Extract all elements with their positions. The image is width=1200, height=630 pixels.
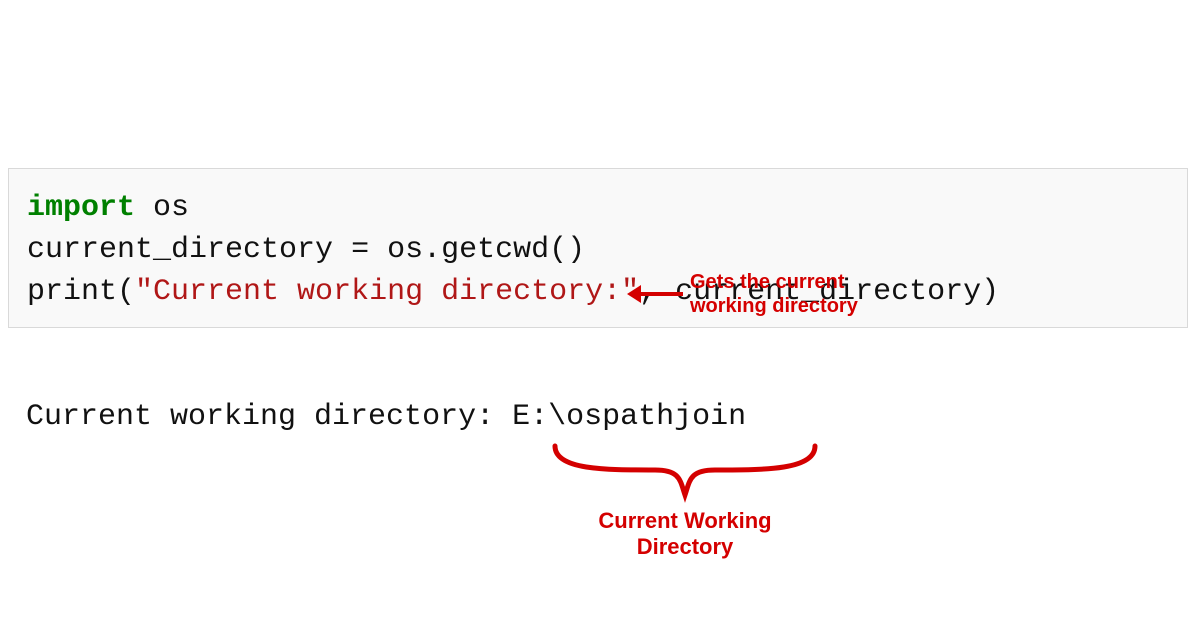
code-text: os	[135, 191, 189, 225]
code-line-3: current_directory = os.getcwd()	[27, 229, 1169, 271]
arrow-line	[635, 292, 683, 296]
output-path: E:\ospathjoin	[512, 400, 746, 434]
code-func-print: print	[27, 275, 117, 309]
arrow-head-icon	[627, 285, 641, 303]
code-keyword-import: import	[27, 191, 135, 225]
curly-brace-icon	[545, 440, 825, 510]
code-line-1: import os	[27, 187, 1169, 229]
code-block: import os current_directory = os.getcwd(…	[8, 168, 1188, 328]
annotation-getcwd: Gets the current working directory	[625, 280, 945, 340]
annotation-getcwd-label: Gets the current working directory	[690, 270, 858, 318]
code-text: (	[117, 275, 135, 309]
code-text: =	[351, 233, 369, 267]
code-string: "Current working directory:"	[135, 275, 639, 309]
code-line-4: print("Current working directory:", curr…	[27, 271, 1169, 313]
code-text: os.getcwd()	[369, 233, 585, 267]
figure-stage: import os current_directory = os.getcwd(…	[0, 0, 1200, 630]
code-text: current_directory	[27, 233, 351, 267]
output-label: Current working directory:	[26, 400, 512, 434]
annotation-cwd-brace: Current Working Directory	[545, 440, 825, 590]
annotation-cwd-label: Current Working Directory	[545, 508, 825, 561]
output-line: Current working directory: E:\ospathjoin	[26, 400, 746, 434]
